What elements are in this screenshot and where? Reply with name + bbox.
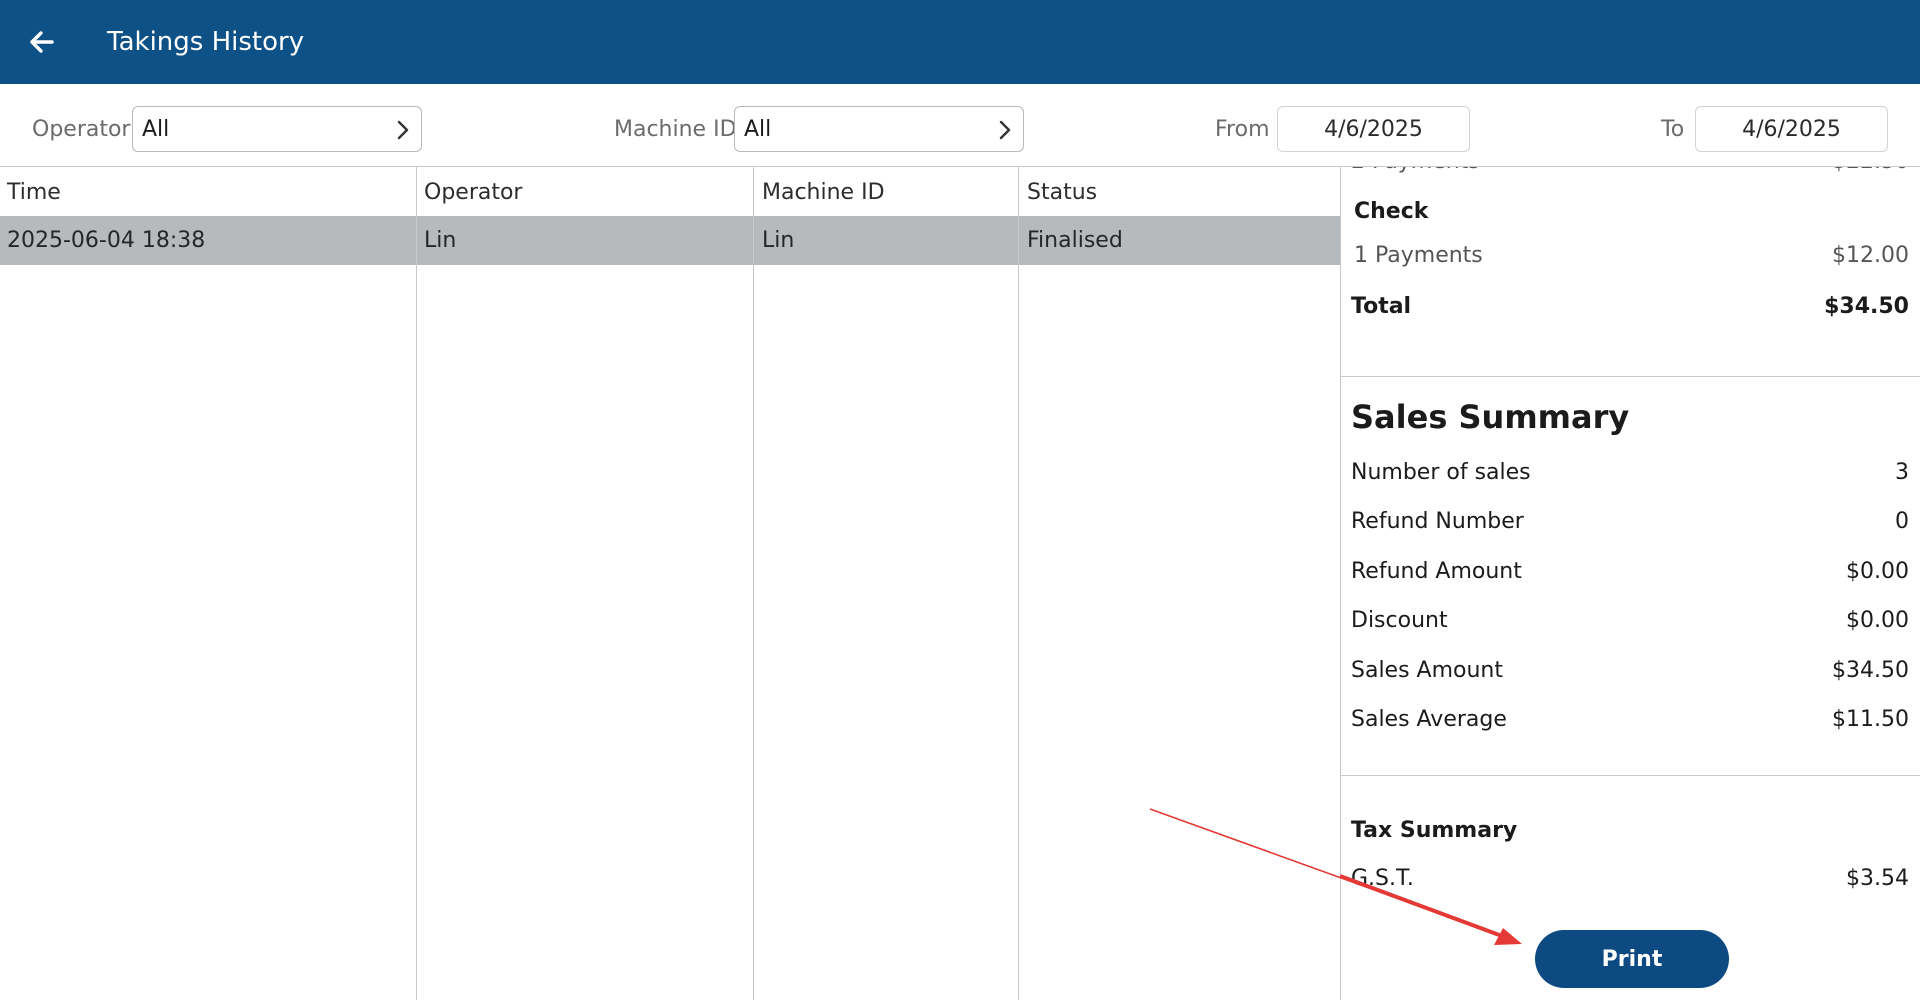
from-date-field[interactable]: 4/6/2025 [1277,106,1470,152]
operator-select-value: All [142,117,170,142]
section-divider [1341,376,1920,377]
to-date-field[interactable]: 4/6/2025 [1695,106,1888,152]
machine-id-select[interactable]: All [734,106,1024,152]
sales-summary-title: Sales Summary [1351,398,1630,436]
column-header-time[interactable]: Time [7,179,61,207]
tax-summary-title: Tax Summary [1351,818,1518,843]
chevron-right-icon [397,120,409,140]
operator-filter-label: Operator [32,117,131,142]
section-divider [1341,775,1920,776]
machine-id-select-value: All [744,117,772,142]
to-date-label: To [1661,117,1685,142]
column-header-machine-id[interactable]: Machine ID [762,179,885,207]
check-payments-label: 1 Payments [1354,243,1483,268]
summary-value: 3 [1895,460,1909,485]
check-section-title: Check [1354,199,1429,224]
summary-value: $0.00 [1846,608,1909,633]
from-date-label: From [1215,117,1270,142]
summary-label: Number of sales [1351,460,1531,485]
column-divider [416,167,417,1000]
summary-label: Sales Amount [1351,658,1504,683]
page-title: Takings History [107,27,305,57]
to-date-value: 4/6/2025 [1742,117,1841,142]
cell-operator: Lin [424,228,457,253]
payments-amount: $22.50 [1832,167,1909,177]
print-button[interactable]: Print [1535,930,1729,988]
summary-value: 0 [1895,509,1909,534]
app-header: Takings History [0,0,1920,84]
column-divider [1018,167,1019,1000]
table-row[interactable]: 2025-06-04 18:38 Lin Lin Finalised [0,216,1340,265]
total-amount: $34.50 [1824,294,1909,319]
takings-table: 2025-06-04 18:38 Lin Lin Finalised Time … [0,167,1340,1000]
filter-bar: Operator All Machine ID All From 4/6/202… [0,84,1920,167]
column-header-status[interactable]: Status [1027,179,1097,207]
arrow-left-icon [30,31,54,53]
machine-filter-label: Machine ID [614,117,737,142]
check-payments-amount: $12.00 [1832,243,1909,268]
summary-label: Discount [1351,608,1448,633]
summary-value: $0.00 [1846,559,1909,584]
cell-time: 2025-06-04 18:38 [7,228,206,253]
total-label: Total [1351,294,1412,319]
chevron-right-icon [999,120,1011,140]
summary-label: Refund Amount [1351,559,1522,584]
summary-value: $11.50 [1832,707,1909,732]
column-header-operator[interactable]: Operator [424,179,522,207]
summary-label: Sales Average [1351,707,1507,732]
tax-value: $3.54 [1846,866,1909,891]
tax-label: G.S.T. [1351,866,1414,891]
summary-panel: 2 Payments $22.50 Check 1 Payments $12.0… [1340,167,1920,1000]
cell-machine-id: Lin [762,228,795,253]
cell-status: Finalised [1027,228,1123,253]
column-divider [753,167,754,1000]
operator-select[interactable]: All [132,106,422,152]
from-date-value: 4/6/2025 [1324,117,1423,142]
summary-value: $34.50 [1832,658,1909,683]
back-button[interactable] [22,22,62,62]
payments-label: 2 Payments [1351,167,1480,177]
summary-label: Refund Number [1351,509,1524,534]
